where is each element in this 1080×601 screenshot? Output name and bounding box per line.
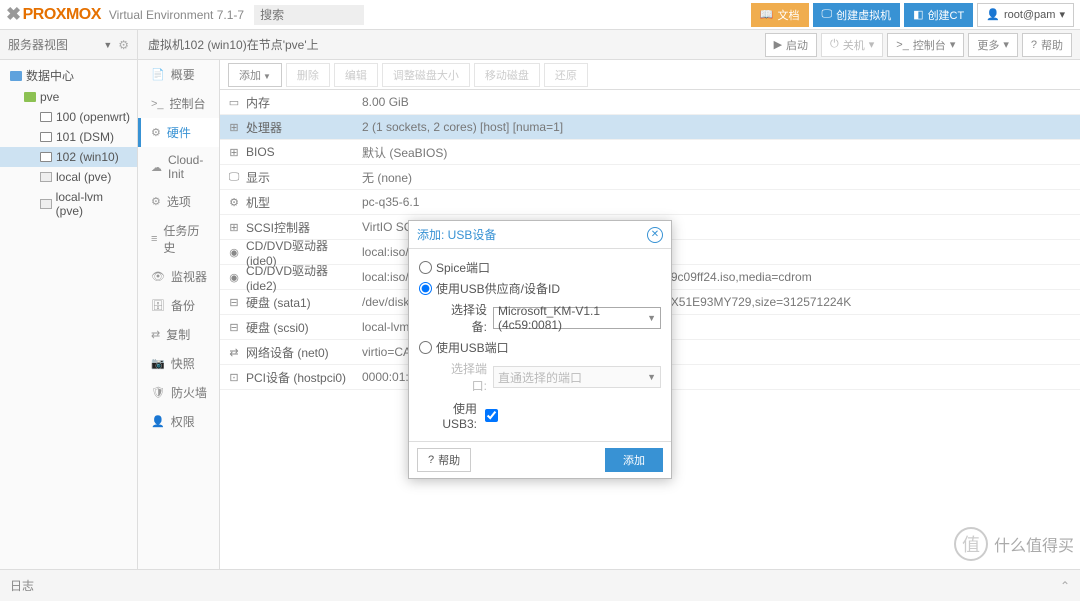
chevron-down-icon: ▼ <box>647 372 656 382</box>
usb3-checkbox[interactable] <box>485 409 498 422</box>
radio-spice-label: Spice端口 <box>436 259 490 276</box>
modal-title: 添加: USB设备 <box>417 226 496 243</box>
chevron-down-icon: ▼ <box>647 313 656 323</box>
device-field-row: 选择设备: Microsoft_KM-V1.1 (4c59:0081) ▼ <box>419 299 661 337</box>
port-field-row: 选择端口: 直通选择的端口 ▼ <box>419 358 661 396</box>
radio-vendor[interactable]: 使用USB供应商/设备ID <box>419 278 661 299</box>
radio-vendor-label: 使用USB供应商/设备ID <box>436 280 560 297</box>
radio-port[interactable]: 使用USB端口 <box>419 337 661 358</box>
radio-vendor-input[interactable] <box>419 282 432 295</box>
radio-spice[interactable]: Spice端口 <box>419 257 661 278</box>
radio-spice-input[interactable] <box>419 261 432 274</box>
modal-footer: ?帮助 添加 <box>409 441 671 478</box>
device-select-value: Microsoft_KM-V1.1 (4c59:0081) <box>498 304 647 332</box>
device-label: 选择设备: <box>437 301 487 335</box>
usb3-label: 使用USB3: <box>419 400 477 431</box>
modal-title-bar: 添加: USB设备 ✕ <box>409 221 671 249</box>
usb3-row: 使用USB3: <box>419 396 661 435</box>
port-label: 选择端口: <box>437 360 487 394</box>
close-icon: ✕ <box>651 229 659 240</box>
port-select-placeholder: 直通选择的端口 <box>498 369 582 386</box>
radio-port-input[interactable] <box>419 341 432 354</box>
device-select[interactable]: Microsoft_KM-V1.1 (4c59:0081) ▼ <box>493 307 661 329</box>
radio-port-label: 使用USB端口 <box>436 339 509 356</box>
modal-add-button[interactable]: 添加 <box>605 448 663 472</box>
modal-help-button[interactable]: ?帮助 <box>417 448 471 472</box>
help-icon: ? <box>428 454 434 466</box>
port-select: 直通选择的端口 ▼ <box>493 366 661 388</box>
add-usb-modal: 添加: USB设备 ✕ Spice端口 使用USB供应商/设备ID 选择设备: … <box>408 220 672 479</box>
close-button[interactable]: ✕ <box>647 227 663 243</box>
